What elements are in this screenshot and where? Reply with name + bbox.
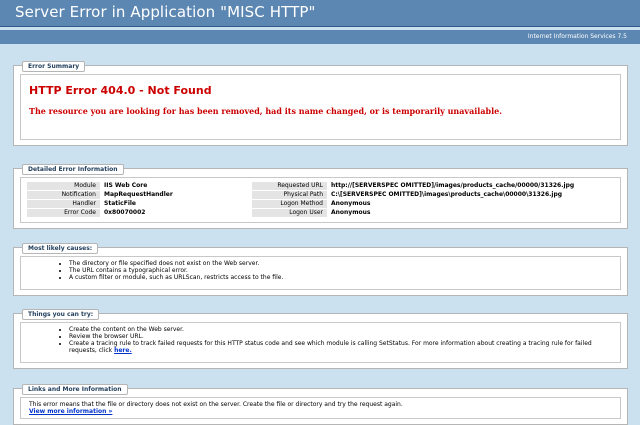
likely-causes-panel: Most likely causes: The directory or fil… <box>13 243 628 296</box>
links-body: This error means that the file or direct… <box>20 397 621 419</box>
detail-value: C:\[SERVERSPEC OMITTED]\images\products_… <box>331 191 563 198</box>
table-row: Error Code 0x80070002 <box>27 209 225 217</box>
server-banner: Internet Information Services 7.5 <box>0 30 640 44</box>
detail-key: Module <box>27 182 100 190</box>
list-item: Create a tracing rule to track failed re… <box>69 340 594 354</box>
causes-list: The directory or file specified does not… <box>61 260 283 281</box>
error-summary-legend: Error Summary <box>22 61 86 72</box>
links-panel: Links and More Information This error me… <box>13 384 628 425</box>
detail-key: Error Code <box>27 209 100 217</box>
table-row: Physical Path C:\[SERVERSPEC OMITTED]\ima… <box>252 191 620 199</box>
detail-value: 0x80070002 <box>104 209 146 216</box>
detail-value: Anonymous <box>331 209 371 216</box>
error-message: The resource you are looking for has bee… <box>29 106 503 116</box>
things-to-try-legend: Things you can try: <box>22 309 100 320</box>
detailed-error-legend: Detailed Error Information <box>22 164 124 175</box>
try-list: Create the content on the Web server. Re… <box>61 326 594 354</box>
detail-key: Physical Path <box>252 191 327 199</box>
list-item: Review the browser URL. <box>69 333 594 340</box>
links-message: This error means that the file or direct… <box>29 401 403 408</box>
list-item: The URL contains a typographical error. <box>69 267 283 274</box>
list-item-text: Create a tracing rule to track failed re… <box>69 340 592 354</box>
detail-value: Anonymous <box>331 200 371 207</box>
detail-value: MapRequestHandler <box>104 191 173 198</box>
likely-causes-body: The directory or file specified does not… <box>20 256 621 290</box>
table-row: Requested URL http://[SERVERSPEC OMITTED]… <box>252 182 620 190</box>
table-row: Notification MapRequestHandler <box>27 191 225 199</box>
table-row: Module IIS Web Core <box>27 182 225 190</box>
likely-causes-legend: Most likely causes: <box>22 243 99 254</box>
list-item: The directory or file specified does not… <box>69 260 283 267</box>
detailed-error-body: Module IIS Web Core Notification MapReques… <box>20 177 621 223</box>
things-to-try-panel: Things you can try: Create the content o… <box>13 309 628 369</box>
detail-key: Handler <box>27 200 100 208</box>
error-title: HTTP Error 404.0 - Not Found <box>29 84 212 97</box>
detail-value: StaticFile <box>104 200 137 207</box>
error-summary-body: HTTP Error 404.0 - Not Found The resourc… <box>20 74 621 140</box>
detail-key: Notification <box>27 191 100 199</box>
detailed-error-panel: Detailed Error Information Module IIS Web… <box>13 164 628 229</box>
detail-table-left: Module IIS Web Core Notification MapReques… <box>27 181 225 218</box>
detail-table-right: Requested URL http://[SERVERSPEC OMITTED]… <box>252 181 620 218</box>
view-more-information-link[interactable]: View more information » <box>29 408 112 415</box>
links-legend: Links and More Information <box>22 384 128 395</box>
detail-key: Logon Method <box>252 200 327 208</box>
detail-key: Requested URL <box>252 182 327 190</box>
error-summary-panel: Error Summary HTTP Error 404.0 - Not Fou… <box>13 61 628 146</box>
detail-key: Logon User <box>252 209 327 217</box>
table-row: Logon User Anonymous <box>252 209 620 217</box>
page-header: Server Error in Application "MISC HTTP" <box>0 0 640 27</box>
here-link[interactable]: here. <box>114 347 132 354</box>
links-info: This error means that the file or direct… <box>29 401 403 415</box>
list-item: A custom filter or module, such as URLSc… <box>69 274 283 281</box>
table-row: Logon Method Anonymous <box>252 200 620 208</box>
page-title: Server Error in Application "MISC HTTP" <box>15 3 316 21</box>
table-row: Handler StaticFile <box>27 200 225 208</box>
things-to-try-body: Create the content on the Web server. Re… <box>20 322 621 363</box>
list-item: Create the content on the Web server. <box>69 326 594 333</box>
detail-value: http://[SERVERSPEC OMITTED]/images/produ… <box>331 182 575 189</box>
detail-value: IIS Web Core <box>104 182 148 189</box>
